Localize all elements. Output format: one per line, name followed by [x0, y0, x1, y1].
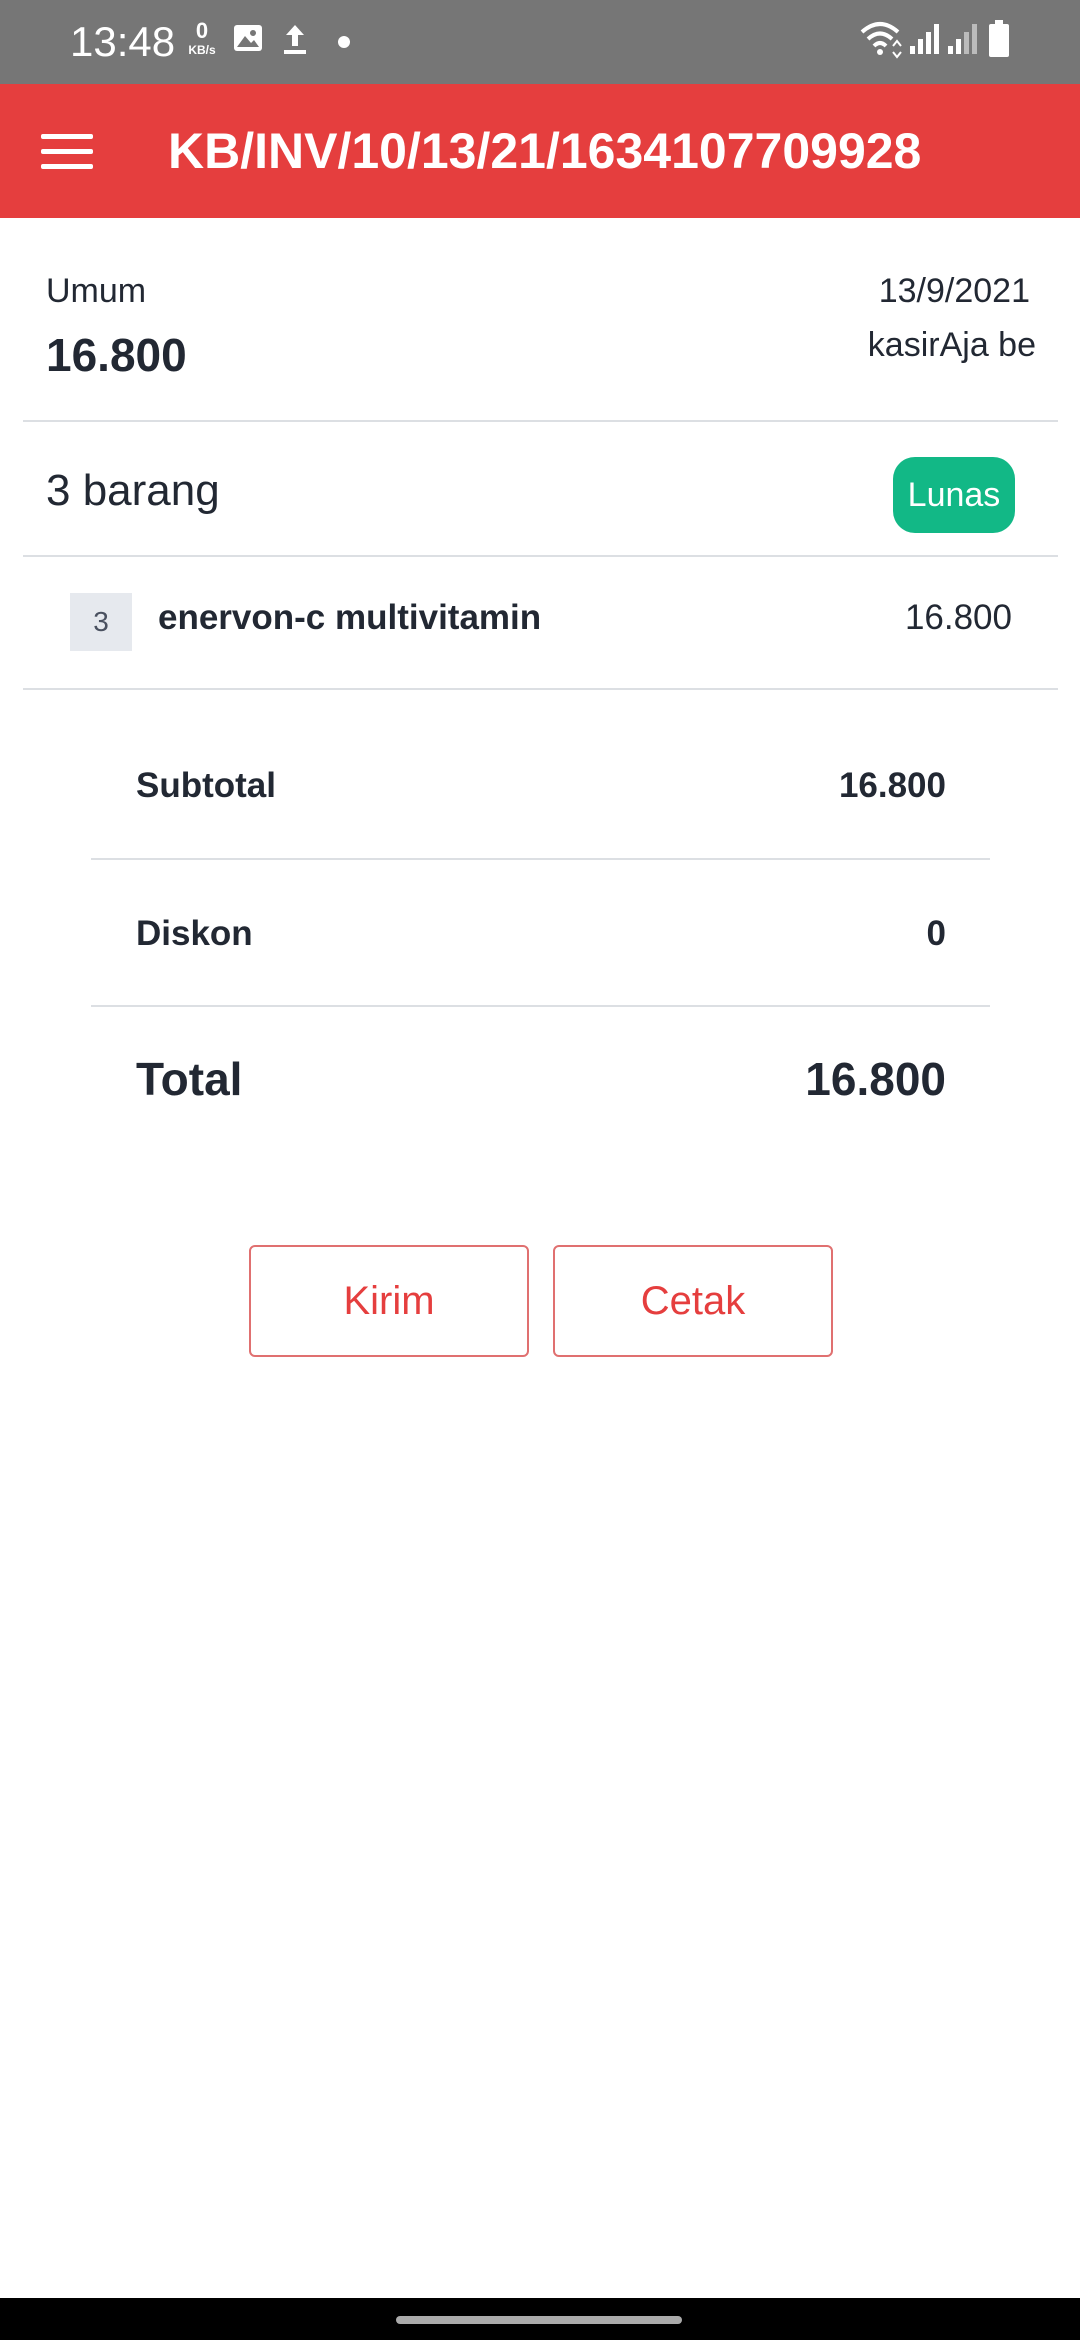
network-speed-value: 0 — [195, 18, 209, 43]
divider — [91, 858, 990, 860]
discount-label: Diskon — [136, 914, 253, 953]
discount-value: 0 — [926, 914, 946, 953]
divider — [23, 688, 1058, 690]
send-button[interactable]: Kirim — [249, 1245, 529, 1357]
status-badge: Lunas — [893, 457, 1015, 533]
item-price: 16.800 — [904, 598, 1012, 637]
network-speed: 0 KB/s — [182, 18, 222, 57]
customer-name: Umum — [46, 272, 147, 310]
divider — [23, 555, 1058, 557]
items-count: 3 barang — [46, 466, 220, 515]
network-speed-unit: KB/s — [188, 43, 216, 57]
gallery-icon — [234, 25, 262, 51]
status-time: 13:48 — [70, 18, 176, 65]
invoice-date: 13/9/2021 — [878, 272, 1030, 310]
item-quantity: 3 — [70, 593, 132, 651]
signal-icon — [948, 24, 977, 54]
app-bar: KB/INV/10/13/21/1634107709928 — [0, 84, 1080, 218]
wifi-icon — [860, 22, 902, 59]
invoice-amount: 16.800 — [46, 329, 187, 381]
list-item[interactable]: 3 enervon-c multivitamin 16.800 — [0, 558, 1080, 688]
cashier-name: kasirAja be — [867, 326, 1036, 364]
upload-icon — [284, 25, 306, 54]
status-bar: 13:48 0 KB/s — [0, 0, 1080, 84]
home-indicator[interactable] — [396, 2316, 682, 2324]
divider — [91, 1005, 990, 1007]
item-name: enervon-c multivitamin — [158, 598, 542, 637]
subtotal-value: 16.800 — [838, 766, 946, 805]
signal-icon — [910, 24, 939, 54]
hamburger-menu-icon[interactable] — [36, 120, 98, 182]
total-value: 16.800 — [805, 1053, 946, 1105]
subtotal-label: Subtotal — [136, 766, 276, 805]
dot-icon — [338, 36, 350, 48]
print-button[interactable]: Cetak — [553, 1245, 833, 1357]
total-label: Total — [136, 1053, 243, 1105]
navigation-bar — [0, 2298, 1080, 2340]
page-title: KB/INV/10/13/21/1634107709928 — [168, 123, 922, 179]
divider — [23, 420, 1058, 422]
battery-icon — [989, 20, 1009, 57]
